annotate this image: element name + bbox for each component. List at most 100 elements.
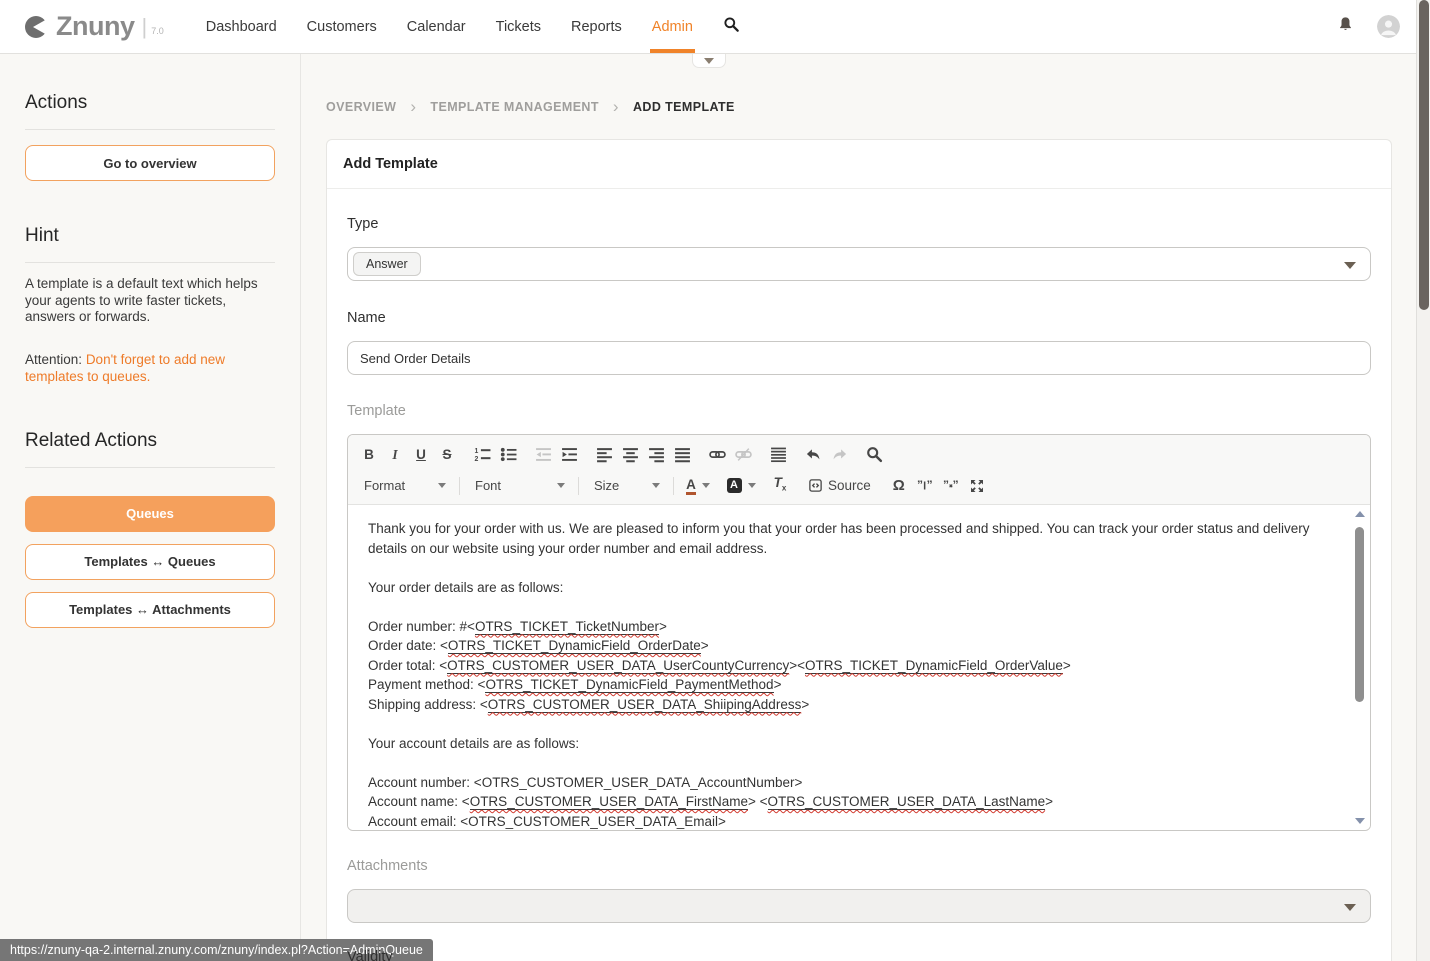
svg-text:”: ” xyxy=(926,478,932,492)
nav-item-calendar[interactable]: Calendar xyxy=(407,0,466,53)
link-button[interactable] xyxy=(704,442,730,468)
scroll-down-icon[interactable] xyxy=(1355,818,1365,824)
editor-scrollbar xyxy=(1353,511,1366,824)
svg-text:2: 2 xyxy=(474,456,478,463)
breadcrumb-add-template: ADD TEMPLATE xyxy=(633,100,735,114)
special-character-button[interactable]: Ω xyxy=(886,473,912,499)
hint-heading: Hint xyxy=(25,225,275,247)
source-button[interactable]: Source xyxy=(802,473,877,499)
remove-format-button[interactable]: Tx xyxy=(767,473,793,499)
user-avatar[interactable] xyxy=(1377,15,1400,38)
omega-icon: Ω xyxy=(893,478,905,493)
strike-button[interactable]: S xyxy=(434,442,460,468)
horizontal-rule-button[interactable] xyxy=(765,442,791,468)
attachments-select[interactable] xyxy=(347,889,1371,923)
svg-text:”: ” xyxy=(952,478,958,492)
nav-item-reports[interactable]: Reports xyxy=(571,0,622,53)
bulleted-list-button[interactable] xyxy=(495,442,521,468)
scroll-up-icon[interactable] xyxy=(1355,511,1365,517)
add-template-card: Add Template Type Answer Name Template B… xyxy=(326,139,1392,961)
znuny-logo-icon xyxy=(24,15,48,39)
background-color-button[interactable]: A xyxy=(724,473,758,499)
page-scrollbar[interactable] xyxy=(1416,0,1430,961)
svg-text:”: ” xyxy=(917,478,923,492)
editor-paragraph: Account number: <OTRS_CUSTOMER_USER_DATA… xyxy=(368,773,1326,831)
remove-quote-icon: ”” xyxy=(943,478,959,494)
chevron-down-icon xyxy=(652,483,660,488)
maximize-icon xyxy=(969,478,985,494)
chevron-down-icon xyxy=(702,483,710,488)
text-color-button[interactable]: A xyxy=(681,473,715,499)
templates-queues-button[interactable]: Templates ↔ Queues xyxy=(25,544,275,580)
nav-item-customers[interactable]: Customers xyxy=(307,0,377,53)
undo-button[interactable] xyxy=(800,442,826,468)
breadcrumb-template-management[interactable]: TEMPLATE MANAGEMENT xyxy=(430,100,598,114)
maximize-button[interactable] xyxy=(964,473,990,499)
otrs-tag: OTRS_TICKET_DynamicField_OrderValue xyxy=(805,658,1063,674)
size-dropdown[interactable]: Size xyxy=(586,473,666,499)
chevron-down-icon xyxy=(557,483,565,488)
search-button[interactable] xyxy=(723,16,740,38)
logo-version: 7.0 xyxy=(151,26,164,36)
divider xyxy=(25,129,275,130)
outdent-button xyxy=(530,442,556,468)
chevron-down-icon xyxy=(438,483,446,488)
format-dropdown[interactable]: Format xyxy=(356,473,452,499)
breadcrumb-overview[interactable]: OVERVIEW xyxy=(326,100,396,114)
editor-paragraph: Order number: #<OTRS_TICKET_TicketNumber… xyxy=(368,617,1326,715)
notifications-bell-icon[interactable] xyxy=(1336,15,1355,39)
italic-button[interactable]: I xyxy=(382,442,408,468)
justify-button[interactable] xyxy=(669,442,695,468)
otrs-tag: OTRS_CUSTOMER_USER_DATA_ShiipingAddress xyxy=(488,697,802,713)
actions-heading: Actions xyxy=(25,92,275,114)
size-dropdown-label: Size xyxy=(594,478,619,493)
otrs-tag: OTRS_CUSTOMER_USER_DATA_FirstName xyxy=(470,794,748,810)
remove-quote-button[interactable]: ”” xyxy=(938,473,964,499)
divider xyxy=(578,477,579,495)
split-quote-icon: ”” xyxy=(917,478,933,494)
svg-text:1: 1 xyxy=(474,448,478,455)
hint-text: A template is a default text which helps… xyxy=(25,276,275,326)
card-title: Add Template xyxy=(327,140,1391,189)
source-button-label: Source xyxy=(828,478,871,493)
nav-item-tickets[interactable]: Tickets xyxy=(496,0,541,53)
bold-button[interactable]: B xyxy=(356,442,382,468)
source-icon xyxy=(808,478,823,493)
name-input[interactable] xyxy=(347,341,1371,375)
nav-item-dashboard[interactable]: Dashboard xyxy=(206,0,277,53)
nav-item-admin[interactable]: Admin xyxy=(652,0,693,53)
znuny-logo[interactable]: Znuny | 7.0 xyxy=(24,11,164,42)
find-button[interactable] xyxy=(861,442,887,468)
page-scrollbar-thumb[interactable] xyxy=(1419,0,1429,310)
go-to-overview-button[interactable]: Go to overview xyxy=(25,145,275,181)
toolbar-collapse-tab[interactable] xyxy=(692,54,726,68)
logo-divider: | xyxy=(142,14,148,40)
queues-button[interactable]: Queues xyxy=(25,496,275,532)
type-selected-value[interactable]: Answer xyxy=(353,252,421,276)
type-select[interactable]: Answer xyxy=(347,247,1371,281)
align-center-button[interactable] xyxy=(617,442,643,468)
editor-scrollbar-thumb[interactable] xyxy=(1355,527,1364,702)
editor-content[interactable]: Thank you for your order with us. We are… xyxy=(348,505,1370,830)
editor-toolbar-row1: BIUS 12 xyxy=(356,439,1362,470)
divider xyxy=(459,477,460,495)
templates-attachments-button[interactable]: Templates ↔ Attachments xyxy=(25,592,275,628)
template-label: Template xyxy=(347,403,1371,419)
otrs-tag: OTRS_CUSTOMER_USER_DATA_LastName xyxy=(768,794,1046,810)
main-nav: Dashboard Customers Calendar Tickets Reports… xyxy=(206,0,693,53)
editor-toolbar-row2: Format Font Size A A Tx Source xyxy=(356,470,1362,501)
main-content: OVERVIEW › TEMPLATE MANAGEMENT › ADD TEM… xyxy=(302,54,1416,961)
otrs-tag: OTRS_TICKET_TicketNumber xyxy=(475,619,659,635)
align-right-button[interactable] xyxy=(643,442,669,468)
split-quote-button[interactable]: ”” xyxy=(912,473,938,499)
indent-button[interactable] xyxy=(556,442,582,468)
breadcrumb: OVERVIEW › TEMPLATE MANAGEMENT › ADD TEM… xyxy=(326,100,1416,114)
numbered-list-button[interactable]: 12 xyxy=(469,442,495,468)
font-dropdown-label: Font xyxy=(475,478,501,493)
related-actions-heading: Related Actions xyxy=(25,430,275,452)
align-left-button[interactable] xyxy=(591,442,617,468)
otrs-tag: OTRS_TICKET_DynamicField_PaymentMethod xyxy=(485,677,773,693)
format-dropdown-label: Format xyxy=(364,478,405,493)
underline-button[interactable]: U xyxy=(408,442,434,468)
font-dropdown[interactable]: Font xyxy=(467,473,571,499)
